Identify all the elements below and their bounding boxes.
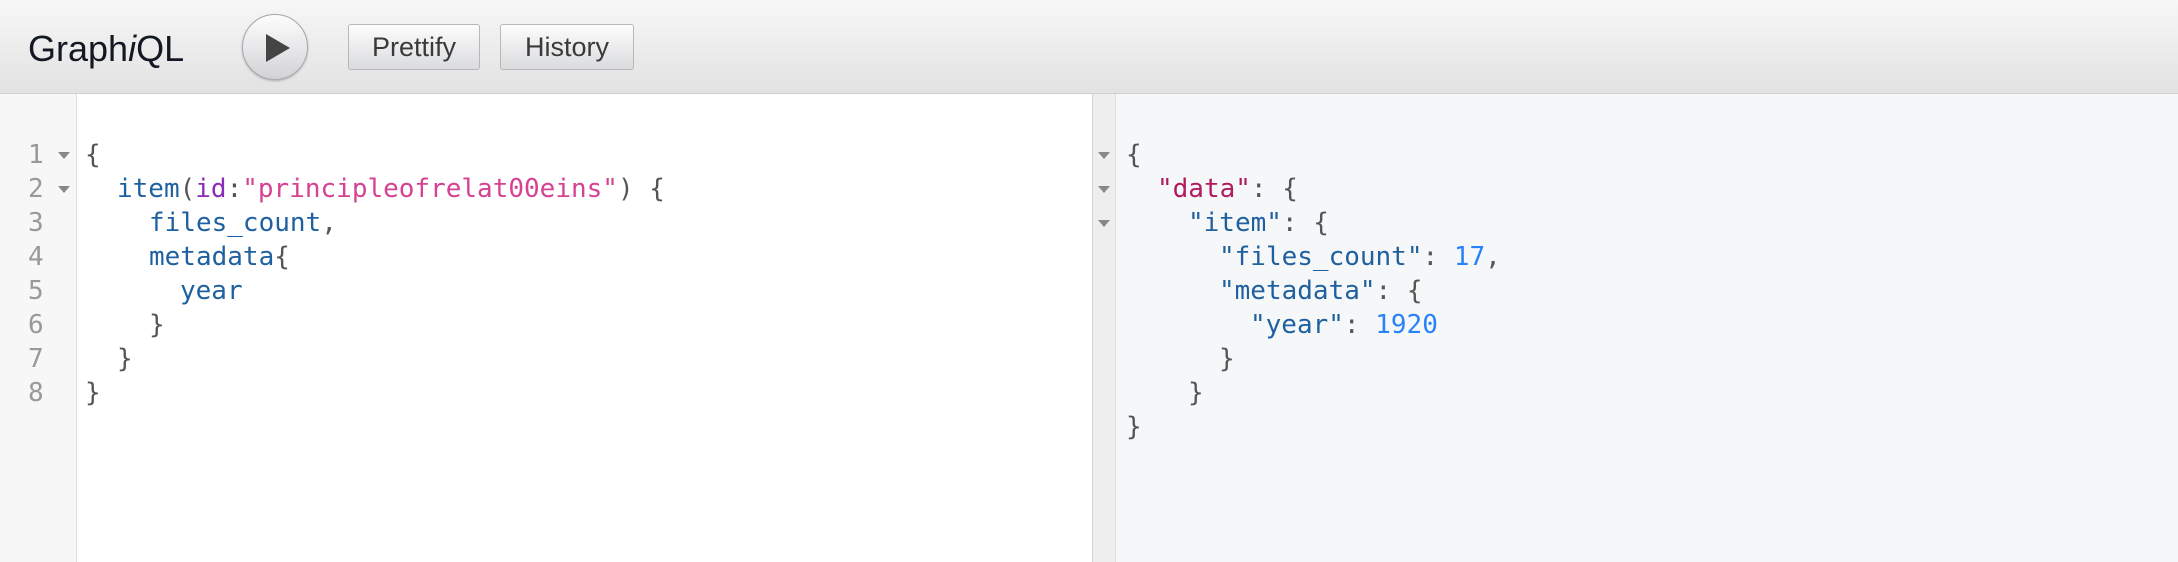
brace: } (1188, 378, 1204, 408)
brace: } (1126, 412, 1142, 442)
result-line: { (1126, 138, 1142, 172)
code-line: year (180, 274, 243, 308)
json-punct: : { (1375, 276, 1423, 306)
play-icon (266, 34, 290, 62)
line-number: 8 (28, 378, 44, 408)
json-key: "year" (1250, 310, 1344, 340)
fold-arrow-icon[interactable] (1098, 220, 1110, 227)
line-number: 5 (28, 276, 44, 306)
code-line: { (85, 138, 101, 172)
comma: , (1485, 242, 1501, 272)
app-title: GraphiQL (28, 28, 184, 70)
field-name: item (117, 174, 180, 204)
line-number: 2 (28, 174, 44, 204)
fold-arrow-icon[interactable] (58, 186, 70, 193)
field-name: files_count (149, 208, 322, 238)
json-punct: : (1343, 310, 1376, 340)
prettify-button[interactable]: Prettify (348, 24, 480, 70)
fold-arrow-icon[interactable] (58, 152, 70, 159)
pane-divider[interactable] (1092, 94, 1116, 562)
query-editor[interactable]: 1 2 3 4 5 6 7 8 { item(id:"principleofre… (0, 94, 1092, 562)
result-line: "year": 1920 (1250, 308, 1438, 342)
result-line: } (1126, 410, 1142, 444)
code-line: metadata{ (149, 240, 290, 274)
argument-name: id (195, 174, 227, 204)
brace: } (149, 310, 165, 340)
paren: ( (179, 174, 196, 204)
app-title-italic: i (128, 28, 137, 69)
code-line: item(id:"principleofrelat00eins") { (117, 172, 665, 206)
app-title-prefix: Graph (28, 28, 129, 69)
json-punct: : { (1250, 174, 1298, 204)
result-line: } (1188, 376, 1204, 410)
code-line: } (85, 376, 101, 410)
fold-arrow-icon[interactable] (1098, 186, 1110, 193)
result-line: "item": { (1188, 206, 1329, 240)
line-number: 4 (28, 242, 44, 272)
line-number: 7 (28, 344, 44, 374)
colon: : (226, 174, 243, 204)
brace: } (85, 378, 101, 408)
field-name: metadata (149, 242, 275, 272)
line-number: 3 (28, 208, 44, 238)
execute-query-button[interactable] (242, 14, 308, 80)
brace: } (117, 344, 133, 374)
fold-arrow-icon[interactable] (1098, 152, 1110, 159)
json-key: "item" (1188, 208, 1282, 238)
json-key: "metadata" (1219, 276, 1376, 306)
paren-close: ) { (617, 174, 665, 204)
brace: { (1126, 140, 1142, 170)
line-number: 1 (28, 140, 44, 170)
brace: { (274, 242, 290, 272)
json-punct: : { (1281, 208, 1329, 238)
result-line: "metadata": { (1219, 274, 1423, 308)
line-number: 6 (28, 310, 44, 340)
result-viewer: { "data": { "item": { "files_count": 17,… (1116, 94, 2178, 562)
history-button[interactable]: History (500, 24, 634, 70)
json-punct: : (1422, 242, 1454, 272)
app-title-suffix: QL (136, 28, 185, 69)
field-name: year (180, 276, 243, 306)
result-line: } (1219, 342, 1235, 376)
toolbar: GraphiQL Prettify History (0, 0, 2178, 94)
json-key: "data" (1157, 174, 1251, 204)
brace: } (1219, 344, 1235, 374)
code-line: } (117, 342, 133, 376)
json-key: "files_count" (1219, 242, 1423, 272)
brace: { (85, 140, 101, 170)
result-line: "data": { (1157, 172, 1298, 206)
json-number: 17 (1453, 242, 1486, 272)
code-line: } (149, 308, 165, 342)
result-line: "files_count": 17, (1219, 240, 1501, 274)
comma: , (321, 208, 337, 238)
json-number: 1920 (1375, 310, 1438, 340)
code-line: files_count, (149, 206, 337, 240)
argument-value: "principleofrelat00eins" (242, 174, 618, 204)
